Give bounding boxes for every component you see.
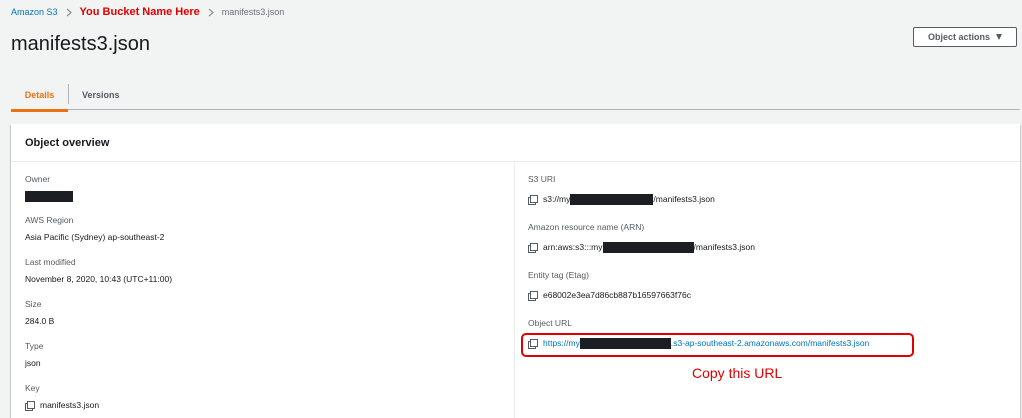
arn-prefix: arn:aws:s3:::my: [543, 242, 603, 252]
arn-field: Amazon resource name (ARN) arn:aws:s3:::…: [528, 221, 755, 253]
key-label: Key: [25, 383, 40, 393]
object-overview-panel: Object overview Owner AWS Region Asia Pa…: [11, 124, 1020, 418]
breadcrumb: Amazon S3 You Bucket Name Here manifests…: [11, 4, 284, 20]
arn-redacted: [602, 241, 694, 253]
region-label: AWS Region: [25, 215, 74, 225]
chevron-right-icon: [208, 8, 214, 17]
arn-suffix: /manifests3.json: [693, 242, 755, 252]
object-url-highlight: [521, 333, 914, 357]
s3-uri-label: S3 URI: [528, 174, 556, 184]
s3-uri-redacted: [570, 193, 654, 205]
s3-uri-field: S3 URI s3://my /manifests3.json: [528, 173, 715, 205]
etag-value: e68002e3ea7d86cb887b16597663f76c: [543, 290, 691, 300]
last-modified-field: Last modified November 8, 2020, 10:43 (U…: [25, 256, 172, 285]
object-url-label: Object URL: [528, 318, 572, 328]
tab-divider: [68, 84, 69, 104]
arn-label: Amazon resource name (ARN): [528, 222, 645, 232]
size-label: Size: [25, 299, 42, 309]
s3-uri-prefix: s3://my: [543, 194, 571, 204]
region-value: Asia Pacific (Sydney) ap-southeast-2: [25, 232, 165, 242]
breadcrumb-bucket-name[interactable]: You Bucket Name Here: [80, 6, 200, 18]
etag-label: Entity tag (Etag): [528, 270, 589, 280]
page-title: manifests3.json: [11, 33, 150, 55]
region-field: AWS Region Asia Pacific (Sydney) ap-sout…: [25, 214, 164, 243]
tab-versions[interactable]: Versions: [82, 80, 120, 110]
owner-redacted-value: [25, 190, 73, 202]
type-value: json: [25, 358, 41, 368]
type-field: Type json: [25, 340, 43, 369]
size-value: 284.0 B: [25, 316, 55, 326]
object-actions-label: Object actions: [927, 32, 990, 42]
key-value: manifests3.json: [40, 400, 100, 410]
copy-icon[interactable]: [528, 194, 538, 205]
breadcrumb-current: manifests3.json: [221, 7, 285, 17]
breadcrumb-amazon-s3[interactable]: Amazon S3: [11, 7, 58, 17]
owner-label: Owner: [25, 174, 51, 184]
last-modified-label: Last modified: [25, 257, 76, 267]
copy-icon[interactable]: [25, 400, 35, 411]
tab-bar: Details Versions: [11, 80, 1020, 112]
tab-details[interactable]: Details: [11, 80, 68, 112]
etag-field: Entity tag (Etag) e68002e3ea7d86cb887b16…: [528, 269, 691, 301]
object-actions-button[interactable]: Object actions: [913, 27, 1017, 47]
caret-down-icon: [996, 34, 1002, 40]
chevron-right-icon: [66, 8, 72, 17]
s3-uri-suffix: /manifests3.json: [653, 194, 715, 204]
copy-url-annotation: Copy this URL: [692, 365, 783, 381]
owner-field: Owner: [25, 173, 73, 202]
key-field: Key manifests3.json: [25, 382, 99, 411]
last-modified-value: November 8, 2020, 10:43 (UTC+11:00): [25, 274, 173, 284]
copy-icon[interactable]: [528, 290, 538, 301]
copy-icon[interactable]: [528, 242, 538, 253]
column-divider: [514, 162, 515, 418]
type-label: Type: [25, 341, 44, 351]
size-field: Size 284.0 B: [25, 298, 54, 327]
panel-title: Object overview: [11, 124, 1020, 162]
